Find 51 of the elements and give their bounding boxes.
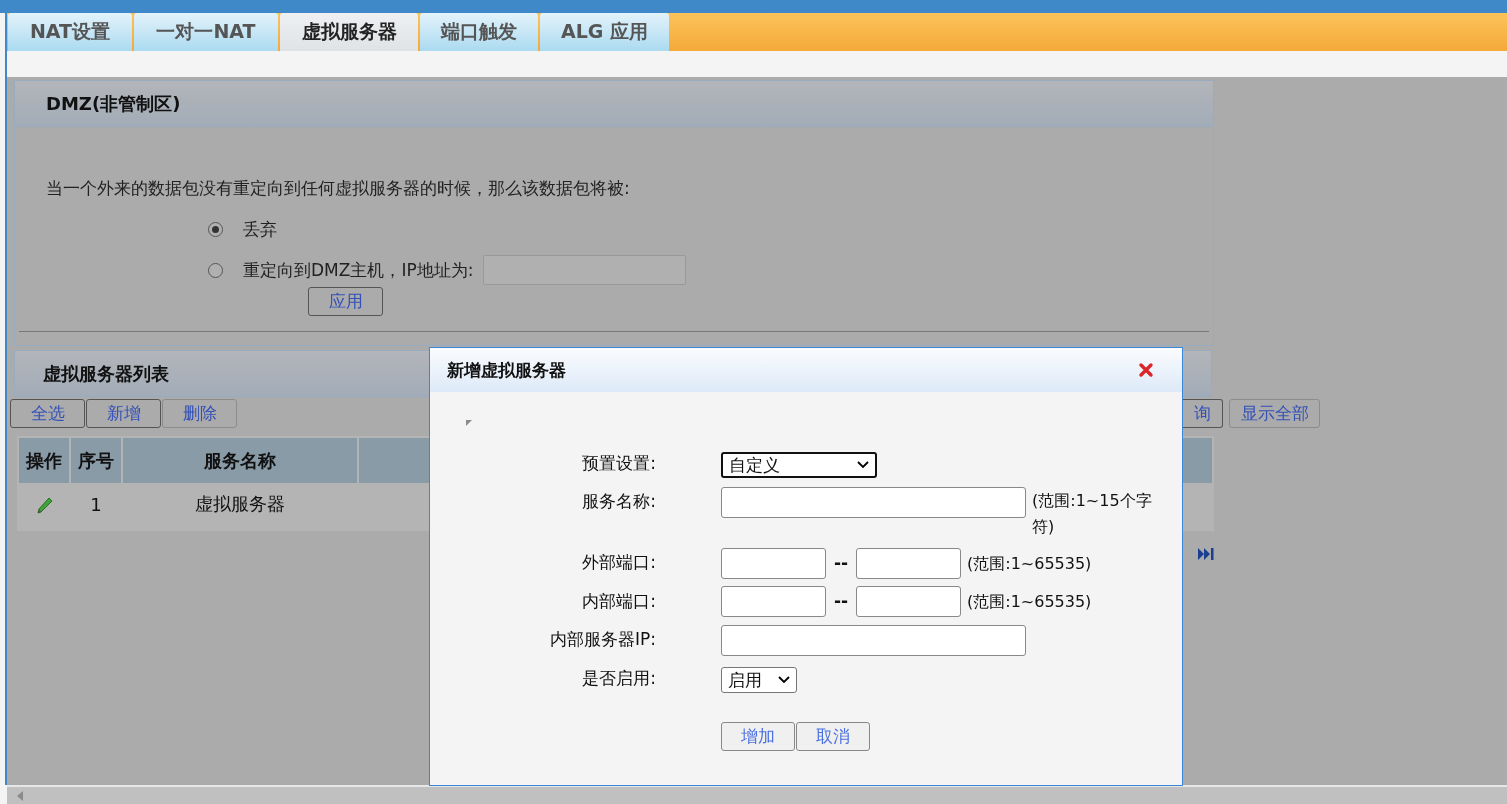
dropdown[interactable]: 启用: [721, 666, 797, 693]
panel-title: DMZ(非管制区): [45, 91, 181, 116]
field-label: 服务名称:: [581, 490, 656, 513]
input-field[interactable]: [721, 586, 826, 617]
dialog-button[interactable]: 增加: [721, 721, 795, 751]
pencil-icon[interactable]: [34, 495, 55, 515]
panel-title: 虚拟服务器列表: [42, 361, 169, 386]
dialog-button[interactable]: 取消: [796, 721, 870, 751]
horizontal-scrollbar[interactable]: [7, 785, 1507, 804]
apply-button[interactable]: 应用: [308, 287, 383, 316]
column-header: 服务名称: [122, 438, 358, 483]
input-field[interactable]: [721, 547, 826, 579]
tab[interactable]: ALG 应用: [540, 13, 669, 51]
separator-text: --: [832, 551, 850, 575]
toolbar-button[interactable]: 全选: [10, 399, 85, 428]
input-field[interactable]: [856, 547, 961, 579]
radio-button[interactable]: [208, 221, 223, 237]
tab[interactable]: 端口触发: [420, 13, 538, 51]
close-icon[interactable]: [1138, 362, 1154, 378]
toolbar-button[interactable]: 询: [1182, 399, 1223, 428]
table-cell: 虚拟服务器: [122, 483, 358, 525]
tab[interactable]: 一对一NAT: [134, 13, 278, 51]
input-field[interactable]: [856, 586, 961, 617]
field-label: 内部端口:: [581, 589, 656, 613]
field-label: 是否启用:: [581, 666, 656, 690]
column-header: 序号: [70, 438, 122, 483]
input-field[interactable]: [721, 624, 1026, 656]
option-label: 重定向到DMZ主机，IP地址为:: [243, 258, 474, 282]
option-label: 丢弃: [243, 217, 277, 241]
tab[interactable]: NAT设置: [8, 13, 132, 51]
chevron-icon: [857, 461, 869, 469]
chevron-icon: [778, 675, 790, 684]
hint-text: (范围:1~65535): [967, 553, 1092, 573]
hint-text: (范围:1~15个字符): [1032, 490, 1153, 538]
description-text: 当一个外来的数据包没有重定向到任何虚拟服务器的时候，那么该数据包将被:: [46, 177, 631, 200]
separator-text: --: [832, 590, 850, 613]
input-field[interactable]: [721, 486, 1026, 518]
hint-text: (范围:1~65535): [967, 592, 1092, 611]
table-cell: 1: [70, 483, 122, 525]
radio-button[interactable]: [208, 262, 223, 278]
dialog-title: 新增虚拟服务器: [447, 358, 566, 382]
toolbar-button[interactable]: 新增: [86, 399, 161, 428]
column-header: 操作: [19, 438, 70, 483]
scroll-left-icon[interactable]: [17, 790, 23, 801]
field-label: 内部服务器IP:: [549, 628, 656, 651]
field-label: 预置设置:: [581, 452, 656, 475]
corner-mark-icon: [466, 420, 472, 426]
tab[interactable]: 虚拟服务器: [280, 13, 418, 51]
last-page-icon[interactable]: [1198, 548, 1214, 560]
field-label: 外部端口:: [581, 551, 656, 574]
dropdown[interactable]: 自定义: [721, 452, 877, 478]
